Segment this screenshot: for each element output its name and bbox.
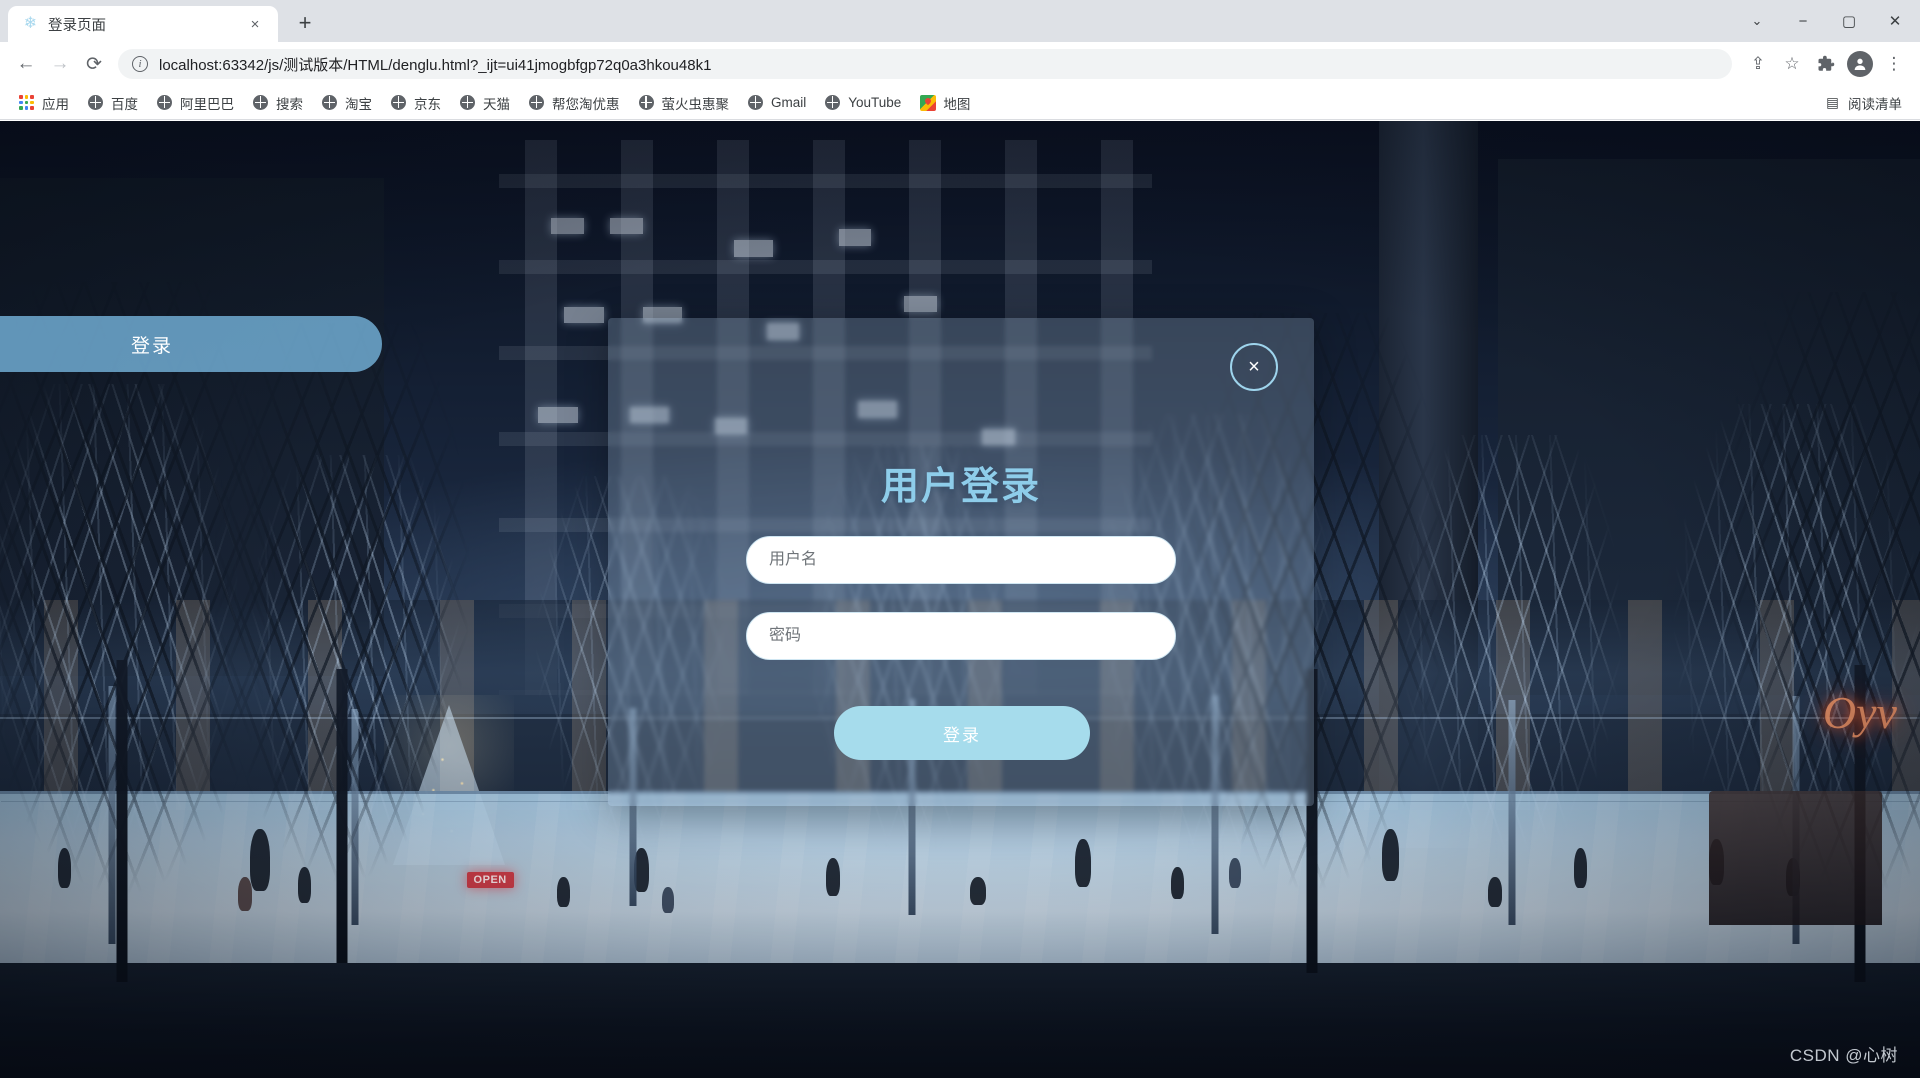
bookmark-label: 阿里巴巴 bbox=[180, 96, 234, 112]
tab-title: 登录页面 bbox=[48, 17, 106, 34]
bookmark-label: Gmail bbox=[771, 95, 807, 110]
window-controls: ⌄ − ▢ ✕ bbox=[1734, 0, 1920, 42]
bookmark-label: 帮您淘优惠 bbox=[552, 96, 620, 112]
bookmark-alibaba[interactable]: 阿里巴巴 bbox=[148, 89, 242, 117]
window-close-icon[interactable]: ✕ bbox=[1872, 0, 1918, 42]
extensions-puzzle-icon[interactable] bbox=[1810, 48, 1842, 80]
tab-strip: ❄ 登录页面 × + bbox=[0, 0, 1734, 42]
bookmark-label: 京东 bbox=[414, 96, 441, 112]
bookmark-star-icon[interactable]: ☆ bbox=[1776, 48, 1808, 80]
bookmarks-bar: 应用 百度 阿里巴巴 搜索 淘宝 京东 天猫 帮您淘优惠 萤火虫惠聚 Gmail… bbox=[0, 86, 1920, 120]
login-modal: × 用户登录 登录 bbox=[608, 318, 1314, 806]
bookmark-label: 淘宝 bbox=[345, 96, 372, 112]
bookmark-taobao[interactable]: 淘宝 bbox=[313, 89, 380, 117]
reading-list-button[interactable]: ▤ 阅读清单 bbox=[1816, 89, 1910, 117]
bookmark-yinghuochong[interactable]: 萤火虫惠聚 bbox=[630, 89, 738, 117]
bookmark-label: 搜索 bbox=[276, 96, 303, 112]
bookmark-gmail[interactable]: Gmail bbox=[739, 90, 814, 115]
bookmark-jd[interactable]: 京东 bbox=[382, 89, 449, 117]
bookmark-label: 天猫 bbox=[483, 96, 510, 112]
more-menu-icon[interactable]: ⋮ bbox=[1878, 48, 1910, 80]
bookmark-maps[interactable]: 地图 bbox=[911, 89, 978, 117]
page-viewport: OPEN Oyv 登录 × 用户登录 登录 CSDN @心树 bbox=[0, 121, 1920, 1078]
modal-close-button[interactable]: × bbox=[1230, 343, 1278, 391]
password-input[interactable] bbox=[746, 612, 1176, 660]
globe-icon bbox=[390, 94, 407, 111]
page-info-icon[interactable]: i bbox=[132, 56, 148, 72]
tab-close-icon[interactable]: × bbox=[244, 13, 266, 35]
neon-sign: Oyv bbox=[1822, 686, 1897, 738]
bookmark-label: 地图 bbox=[943, 96, 971, 112]
bookmark-label: 百度 bbox=[111, 96, 138, 112]
bookmark-apps[interactable]: 应用 bbox=[10, 89, 77, 117]
globe-icon bbox=[528, 94, 545, 111]
browser-tab[interactable]: ❄ 登录页面 × bbox=[8, 6, 278, 42]
browser-titlebar: ❄ 登录页面 × + ⌄ − ▢ ✕ bbox=[0, 0, 1920, 42]
globe-icon bbox=[824, 94, 841, 111]
profile-avatar-icon[interactable] bbox=[1844, 48, 1876, 80]
bookmark-label: 应用 bbox=[42, 96, 69, 112]
globe-icon bbox=[252, 94, 269, 111]
login-submit-button[interactable]: 登录 bbox=[834, 706, 1090, 760]
browser-window: ❄ 登录页面 × + ⌄ − ▢ ✕ ← → ⟳ i localhost:633… bbox=[0, 0, 1920, 1078]
avatar bbox=[1847, 51, 1873, 77]
bookmark-taoyouhui[interactable]: 帮您淘优惠 bbox=[520, 89, 628, 117]
address-bar-url: localhost:63342/js/测试版本/HTML/denglu.html… bbox=[159, 56, 712, 74]
window-maximize-icon[interactable]: ▢ bbox=[1826, 0, 1872, 42]
bookmark-label: YouTube bbox=[848, 95, 902, 110]
globe-icon bbox=[321, 94, 338, 111]
bookmark-label: 萤火虫惠聚 bbox=[661, 96, 730, 112]
reading-list-icon: ▤ bbox=[1826, 94, 1839, 110]
bookmark-youtube[interactable]: YouTube bbox=[816, 90, 909, 115]
globe-icon bbox=[638, 94, 655, 111]
snowflake-icon: ❄ bbox=[23, 15, 38, 32]
window-chevron-icon[interactable]: ⌄ bbox=[1734, 0, 1780, 42]
share-icon[interactable]: ⇪ bbox=[1742, 48, 1774, 80]
globe-icon bbox=[87, 94, 104, 111]
apps-grid-icon bbox=[18, 94, 35, 111]
username-input[interactable] bbox=[746, 536, 1176, 584]
bookmark-tmall[interactable]: 天猫 bbox=[451, 89, 518, 117]
bookmark-search[interactable]: 搜索 bbox=[244, 89, 311, 117]
browser-toolbar: ← → ⟳ i localhost:63342/js/测试版本/HTML/den… bbox=[0, 42, 1920, 86]
vendor-kiosk bbox=[1708, 790, 1882, 925]
open-sign: OPEN bbox=[466, 872, 514, 889]
modal-title: 用户登录 bbox=[880, 466, 1041, 508]
globe-icon bbox=[459, 94, 476, 111]
globe-icon bbox=[747, 94, 764, 111]
bookmark-baidu[interactable]: 百度 bbox=[79, 89, 146, 117]
map-pin-icon bbox=[919, 94, 936, 111]
reading-list-label: 阅读清单 bbox=[1848, 96, 1902, 112]
forward-icon[interactable]: → bbox=[44, 48, 76, 80]
address-bar[interactable]: i localhost:63342/js/测试版本/HTML/denglu.ht… bbox=[118, 49, 1732, 79]
back-icon[interactable]: ← bbox=[10, 48, 42, 80]
globe-icon bbox=[156, 94, 173, 111]
foreground-tree bbox=[192, 323, 492, 964]
side-login-button[interactable]: 登录 bbox=[0, 316, 382, 372]
toolbar-icons: ⇪ ☆ ⋮ bbox=[1742, 48, 1910, 80]
window-minimize-icon[interactable]: − bbox=[1780, 0, 1826, 42]
reload-icon[interactable]: ⟳ bbox=[78, 48, 110, 80]
new-tab-button[interactable]: + bbox=[288, 6, 322, 40]
